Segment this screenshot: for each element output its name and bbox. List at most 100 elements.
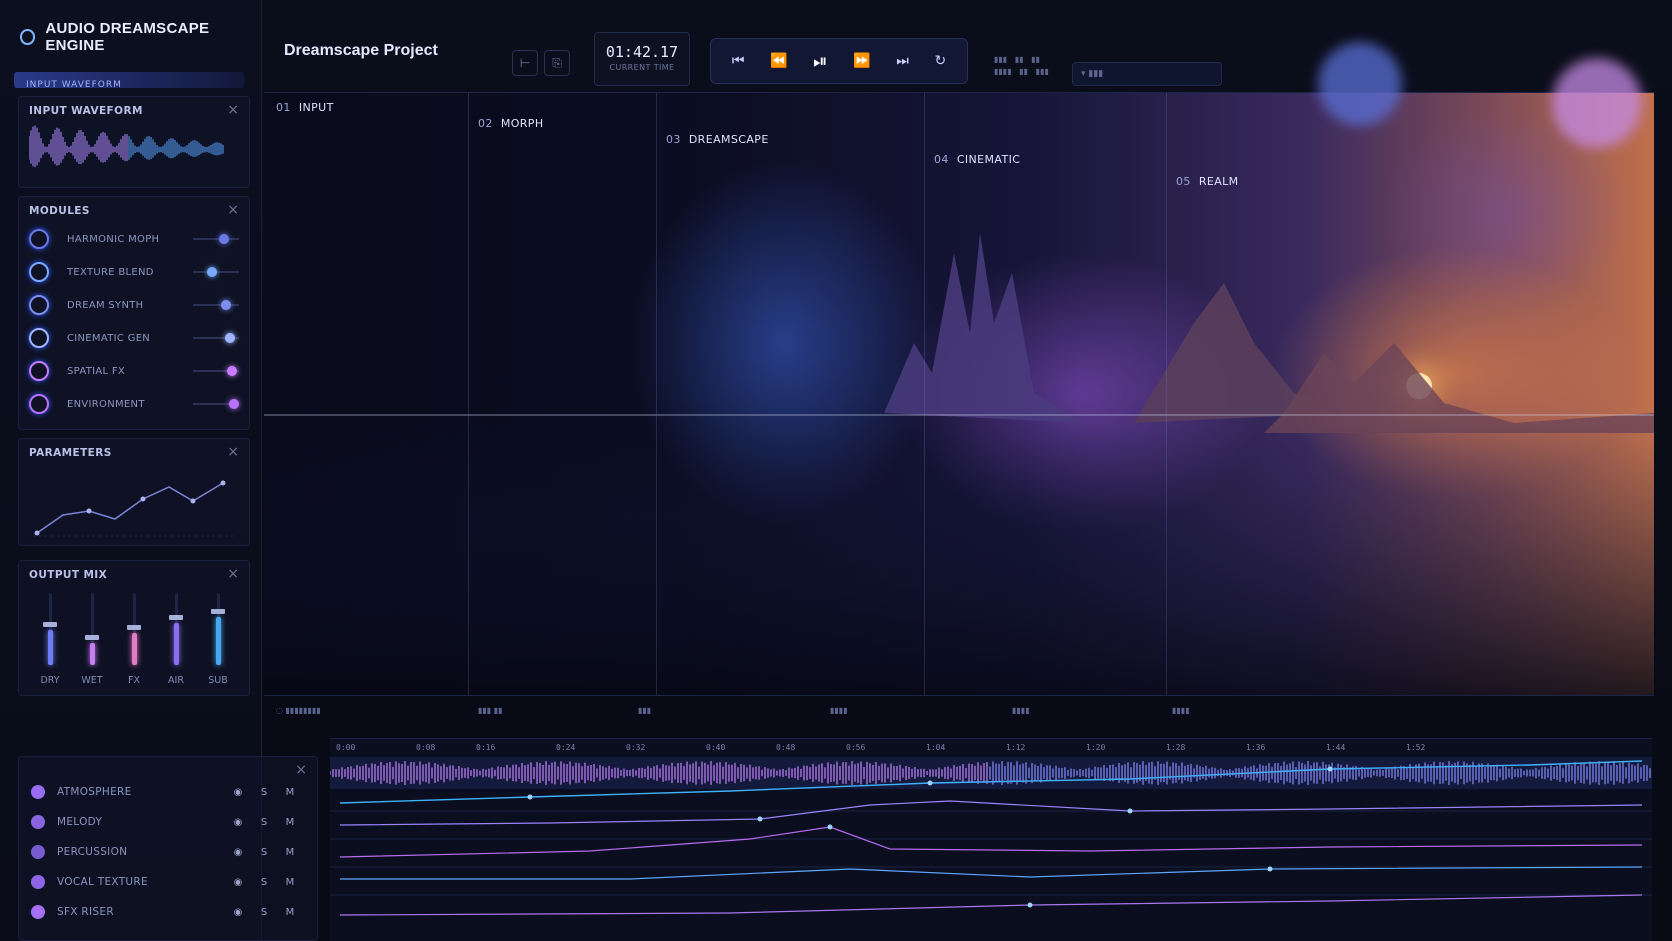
current-time-display: 01:42.17 CURRENT TIME	[594, 32, 690, 86]
module-label: CINEMATIC GEN	[67, 332, 151, 344]
preset-dropdown[interactable]: ▾ ▮▮▮	[1072, 62, 1222, 86]
section-number: 05	[1176, 175, 1191, 188]
mute-button[interactable]: M	[277, 787, 303, 798]
mute-button[interactable]: M	[277, 847, 303, 858]
previous-button[interactable]: ⏪	[770, 53, 787, 69]
parameter-curve-graph[interactable]	[33, 465, 237, 537]
section-label[interactable]: 04 CINEMATIC	[934, 153, 1020, 166]
section-name: REALM	[1198, 175, 1239, 188]
link-icon[interactable]: ⎘	[544, 50, 570, 76]
eye-icon[interactable]: ◉	[225, 877, 251, 888]
module-icon	[29, 361, 49, 381]
module-slider[interactable]	[193, 399, 239, 409]
play-pause-button[interactable]: ⏯	[813, 51, 827, 72]
forward-button[interactable]: ⏩	[853, 53, 870, 69]
mix-fader[interactable]	[37, 593, 63, 673]
slider-knob[interactable]	[221, 300, 231, 310]
section-name: DREAMSCAPE	[688, 133, 769, 146]
multitrack-timeline[interactable]: 0:00 0:08 0:16 0:24 0:32 0:40 0:48 0:56 1:04 1…	[330, 738, 1652, 941]
module-row[interactable]: DREAM SYNTH	[29, 291, 239, 319]
eye-icon[interactable]: ◉	[225, 907, 251, 918]
close-icon[interactable]: ×	[227, 444, 239, 460]
fader-cap[interactable]	[169, 615, 183, 620]
slider-knob[interactable]	[207, 267, 217, 277]
solo-button[interactable]: S	[251, 907, 277, 918]
rewind-button[interactable]: ⏮	[732, 53, 745, 69]
close-icon[interactable]: ×	[227, 566, 239, 582]
module-slider[interactable]	[193, 300, 239, 310]
split-icon[interactable]: ⊢	[512, 50, 538, 76]
loop-button[interactable]: ↻	[934, 53, 946, 69]
solo-button[interactable]: S	[251, 847, 277, 858]
module-row[interactable]: ENVIRONMENT	[29, 390, 239, 418]
mix-fader[interactable]	[163, 593, 189, 673]
track-row[interactable]: ATMOSPHERE ◉ S M	[31, 779, 303, 805]
fader-label: SUB	[208, 675, 228, 686]
module-slider[interactable]	[193, 234, 239, 244]
mute-button[interactable]: M	[277, 877, 303, 888]
mute-button[interactable]: M	[277, 817, 303, 828]
input-waveform-panel: INPUT WAVEFORM ×	[18, 96, 250, 188]
fader-cap[interactable]	[211, 609, 225, 614]
track-icon	[31, 875, 45, 889]
module-row[interactable]: TEXTURE BLEND	[29, 258, 239, 286]
eye-icon[interactable]: ◉	[225, 847, 251, 858]
mix-fader[interactable]	[79, 593, 105, 673]
tracks-panel: × ATMOSPHERE ◉ S M MELODY ◉ S M PERCUSSION ◉ S M VOC…	[18, 756, 318, 941]
module-row[interactable]: HARMONIC MOPH	[29, 225, 239, 253]
module-slider[interactable]	[193, 267, 239, 277]
app-title: AUDIO DREAMSCAPE ENGINE	[45, 20, 210, 54]
section-label[interactable]: 01 INPUT	[276, 101, 334, 114]
module-icon	[29, 262, 49, 282]
stage-ruler: ◌ ▮▮▮▮▮▮▮▮ ▮▮▮ ▮▮ ▮▮▮ ▮▮▮▮ ▮▮▮▮ ▮▮▮▮	[276, 706, 1190, 715]
module-row[interactable]: CINEMATIC GEN	[29, 324, 239, 352]
fader-cap[interactable]	[127, 625, 141, 630]
track-icon	[31, 905, 45, 919]
slider-knob[interactable]	[225, 333, 235, 343]
eye-icon[interactable]: ◉	[225, 787, 251, 798]
top-bar: Dreamscape Project ⊢ ⎘ 01:42.17 CURRENT …	[264, 22, 1672, 92]
panel-title: MODULES	[29, 205, 90, 217]
track-row[interactable]: VOCAL TEXTURE ◉ S M	[31, 869, 303, 895]
module-label: TEXTURE BLEND	[67, 266, 154, 278]
module-icon	[29, 328, 49, 348]
track-row[interactable]: PERCUSSION ◉ S M	[31, 839, 303, 865]
module-icon	[29, 229, 49, 249]
slider-knob[interactable]	[219, 234, 229, 244]
track-row[interactable]: MELODY ◉ S M	[31, 809, 303, 835]
fader-fill	[132, 633, 137, 665]
track-row[interactable]: SFX RISER ◉ S M	[31, 899, 303, 925]
input-waveform-tab[interactable]: INPUT WAVEFORM	[14, 72, 244, 90]
dreamscape-visualizer[interactable]: 01 INPUT 02 MORPH 03 DREAMSCAPE 04 CINEMATIC 05 R…	[264, 92, 1654, 696]
mix-fader[interactable]	[205, 593, 231, 673]
fader-cap[interactable]	[85, 635, 99, 640]
fader-cap[interactable]	[43, 622, 57, 627]
section-name: MORPH	[500, 117, 544, 130]
module-row[interactable]: SPATIAL FX	[29, 357, 239, 385]
section-label[interactable]: 03 DREAMSCAPE	[666, 133, 769, 146]
module-slider[interactable]	[193, 333, 239, 343]
slider-knob[interactable]	[229, 399, 239, 409]
mix-fader[interactable]	[121, 593, 147, 673]
section-number: 04	[934, 153, 949, 166]
parameters-panel: PARAMETERS ×	[18, 438, 250, 546]
solo-button[interactable]: S	[251, 787, 277, 798]
mute-button[interactable]: M	[277, 907, 303, 918]
section-number: 03	[666, 133, 681, 146]
eye-icon[interactable]: ◉	[225, 817, 251, 828]
section-label[interactable]: 05 REALM	[1176, 175, 1239, 188]
close-icon[interactable]: ×	[295, 762, 307, 778]
module-label: DREAM SYNTH	[67, 299, 144, 311]
module-slider[interactable]	[193, 366, 239, 376]
slider-knob[interactable]	[227, 366, 237, 376]
input-waveform-graphic	[29, 125, 224, 168]
close-icon[interactable]: ×	[227, 202, 239, 218]
track-icon	[31, 785, 45, 799]
close-icon[interactable]: ×	[227, 102, 239, 118]
solo-button[interactable]: S	[251, 877, 277, 888]
solo-button[interactable]: S	[251, 817, 277, 828]
next-button[interactable]: ⏭	[896, 53, 909, 69]
fader-label: DRY	[40, 675, 60, 686]
fader-fill	[174, 623, 179, 665]
section-label[interactable]: 02 MORPH	[478, 117, 544, 130]
